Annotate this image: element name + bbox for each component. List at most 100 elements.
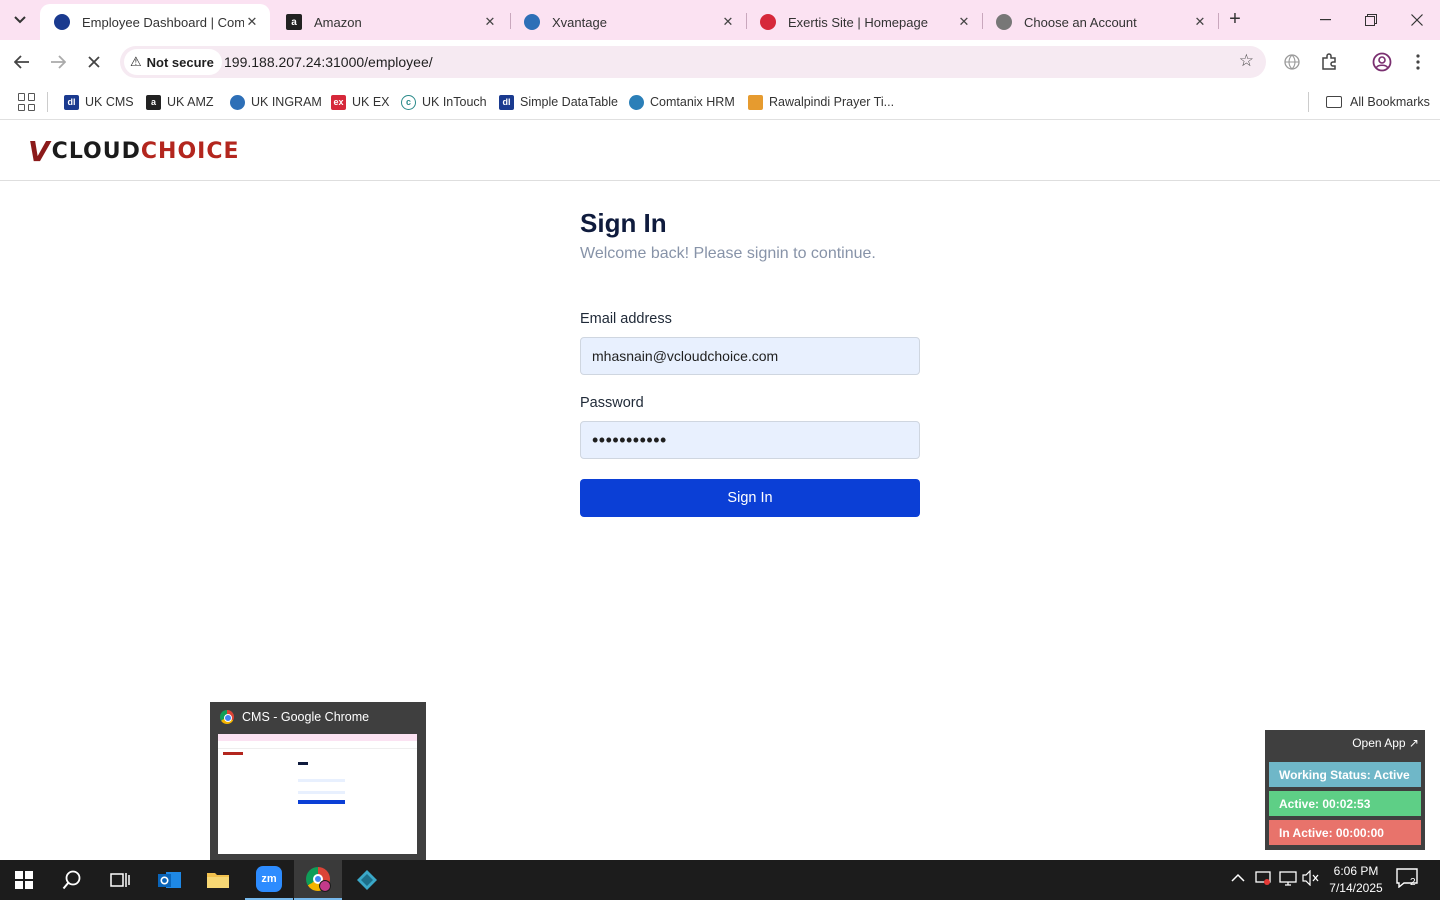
tracker-app-icon[interactable] (343, 860, 391, 900)
working-status-widget: Open App ↗ Working Status: Active Active… (1265, 730, 1425, 850)
task-view-icon[interactable] (96, 860, 144, 900)
signin-button[interactable]: Sign In (580, 479, 920, 517)
restore-icon[interactable] (1348, 0, 1394, 40)
exertis-favicon-icon (760, 14, 776, 30)
clock-time: 6:06 PM (1333, 864, 1379, 878)
folder-icon (1326, 96, 1342, 108)
bookmark-simple-datatable[interactable]: dl Simple DataTable (499, 92, 618, 112)
forward-icon[interactable] (44, 48, 72, 76)
bookmark-label: Comtanix HRM (650, 95, 735, 109)
extensions-icon[interactable] (1315, 48, 1343, 76)
bookmark-label: UK InTouch (422, 95, 487, 109)
bookmark-rawalpindi-prayer[interactable]: Rawalpindi Prayer Ti... (748, 92, 894, 112)
bookmark-label: Rawalpindi Prayer Ti... (769, 95, 895, 109)
site-header: V CLOUD CHOICE (0, 121, 1440, 181)
bookmark-uk-ex[interactable]: ex UK EX (331, 92, 390, 112)
tab-title: Choose an Account (1024, 14, 1137, 30)
browser-toolbar: ⚠ Not secure 199.188.207.24:31000/employ… (0, 40, 1440, 84)
bookmark-uk-cms[interactable]: dl UK CMS (64, 92, 134, 112)
working-status-badge: Working Status: Active (1269, 762, 1421, 787)
security-chip[interactable]: ⚠ Not secure (124, 49, 222, 75)
inactive-time-badge: In Active: 00:00:00 (1269, 820, 1421, 845)
open-app-link[interactable]: Open App ↗ (1352, 736, 1419, 750)
show-hidden-icons-icon[interactable] (1231, 870, 1245, 886)
chrome-icon (220, 710, 234, 724)
taskbar-window-preview[interactable]: CMS - Google Chrome (210, 702, 426, 860)
all-bookmarks-label: All Bookmarks (1350, 95, 1430, 109)
signin-title: Sign In (580, 208, 667, 238)
amazon-favicon-icon: a (146, 94, 161, 110)
ingram-favicon-icon (230, 94, 245, 110)
close-tab-icon[interactable]: ✕ (956, 14, 972, 30)
notification-count: 2 (1410, 877, 1416, 888)
bookmark-comtanix-hrm[interactable]: Comtanix HRM (629, 92, 735, 112)
bookmarks-bar: dl UK CMS a UK AMZ UK INGRAM ex UK EX c … (0, 84, 1440, 120)
email-label: Email address (580, 311, 672, 327)
tab-title: Employee Dashboard | Comtan (82, 14, 244, 30)
menu-kebab-icon[interactable] (1404, 48, 1432, 76)
taskbar-clock[interactable]: 6:06 PM 7/14/2025 (1320, 863, 1392, 897)
bookmark-uk-ingram[interactable]: UK INGRAM (230, 92, 322, 112)
bookmark-label: UK CMS (85, 95, 134, 109)
security-label: Not secure (146, 54, 214, 70)
bookmark-label: Simple DataTable (520, 95, 618, 109)
network-icon[interactable] (1279, 870, 1297, 889)
tab-title: Amazon (314, 14, 362, 30)
translate-icon[interactable] (1278, 48, 1306, 76)
bookmark-label: UK EX (352, 95, 390, 109)
bookmark-label: UK INGRAM (251, 95, 322, 109)
password-label: Password (580, 395, 644, 411)
comtanix-favicon-icon (629, 94, 644, 110)
signin-subtitle: Welcome back! Please signin to continue. (580, 245, 876, 262)
bookmark-star-icon[interactable]: ☆ (1239, 51, 1254, 71)
windows-start-icon[interactable] (0, 860, 48, 900)
close-tab-icon[interactable]: ✕ (244, 14, 260, 30)
close-tab-icon[interactable]: ✕ (1192, 14, 1208, 30)
exertis-favicon-icon: ex (331, 94, 346, 110)
windows-taskbar: zm 6:06 PM 7/14/2025 2 (0, 860, 1440, 900)
zoom-icon[interactable]: zm (245, 860, 293, 900)
chrome-taskbar-icon[interactable] (294, 860, 342, 900)
close-tab-icon[interactable]: ✕ (482, 14, 498, 30)
email-field[interactable]: mhasnain@vcloudchoice.com (580, 337, 920, 375)
file-explorer-icon[interactable] (194, 860, 242, 900)
tab-choose-account[interactable]: Choose an Account ✕ (982, 4, 1218, 40)
tab-title: Xvantage (552, 14, 607, 30)
search-icon[interactable] (48, 860, 96, 900)
apps-grid-icon[interactable] (18, 93, 36, 111)
tab-xvantage[interactable]: Xvantage ✕ (510, 4, 746, 40)
back-icon[interactable] (8, 48, 36, 76)
tab-amazon[interactable]: a Amazon ✕ (272, 4, 508, 40)
xvantage-favicon-icon (524, 14, 540, 30)
bookmark-uk-intouch[interactable]: c UK InTouch (401, 92, 487, 112)
cms-favicon-icon: dl (64, 94, 79, 110)
tab-search-icon[interactable] (8, 8, 32, 32)
preview-thumbnail[interactable] (218, 734, 417, 854)
stop-loading-icon[interactable] (80, 48, 108, 76)
password-field[interactable]: ••••••••••• (580, 421, 920, 459)
new-tab-icon[interactable]: + (1224, 8, 1246, 32)
tab-employee-dashboard[interactable]: Employee Dashboard | Comtan ✕ (40, 4, 270, 40)
tab-exertis[interactable]: Exertis Site | Homepage ✕ (746, 4, 982, 40)
outlook-icon[interactable] (146, 860, 194, 900)
close-tab-icon[interactable]: ✕ (720, 14, 736, 30)
all-bookmarks-button[interactable]: All Bookmarks (1326, 92, 1430, 112)
comtanix-favicon-icon (54, 14, 70, 30)
preview-title: CMS - Google Chrome (242, 710, 370, 724)
tab-title: Exertis Site | Homepage (788, 14, 928, 30)
vcloudchoice-logo[interactable]: V CLOUD CHOICE (28, 135, 240, 168)
minimize-icon[interactable] (1302, 0, 1348, 40)
profile-icon[interactable] (1368, 48, 1396, 76)
bookmark-uk-amz[interactable]: a UK AMZ (146, 92, 214, 112)
meeting-tray-icon[interactable] (1255, 870, 1271, 889)
close-window-icon[interactable] (1394, 0, 1440, 40)
url-text[interactable]: 199.188.207.24:31000/employee/ (224, 54, 433, 70)
datatable-favicon-icon: dl (499, 94, 514, 110)
notification-center-icon[interactable]: 2 (1396, 868, 1420, 890)
bookmark-separator (47, 92, 48, 112)
address-bar[interactable]: ⚠ Not secure 199.188.207.24:31000/employ… (120, 46, 1266, 78)
browser-tabstrip: Employee Dashboard | Comtan ✕ a Amazon ✕… (0, 0, 1440, 40)
intouch-favicon-icon: c (401, 94, 416, 110)
volume-muted-icon[interactable] (1302, 869, 1320, 889)
tab-separator (1218, 13, 1219, 29)
